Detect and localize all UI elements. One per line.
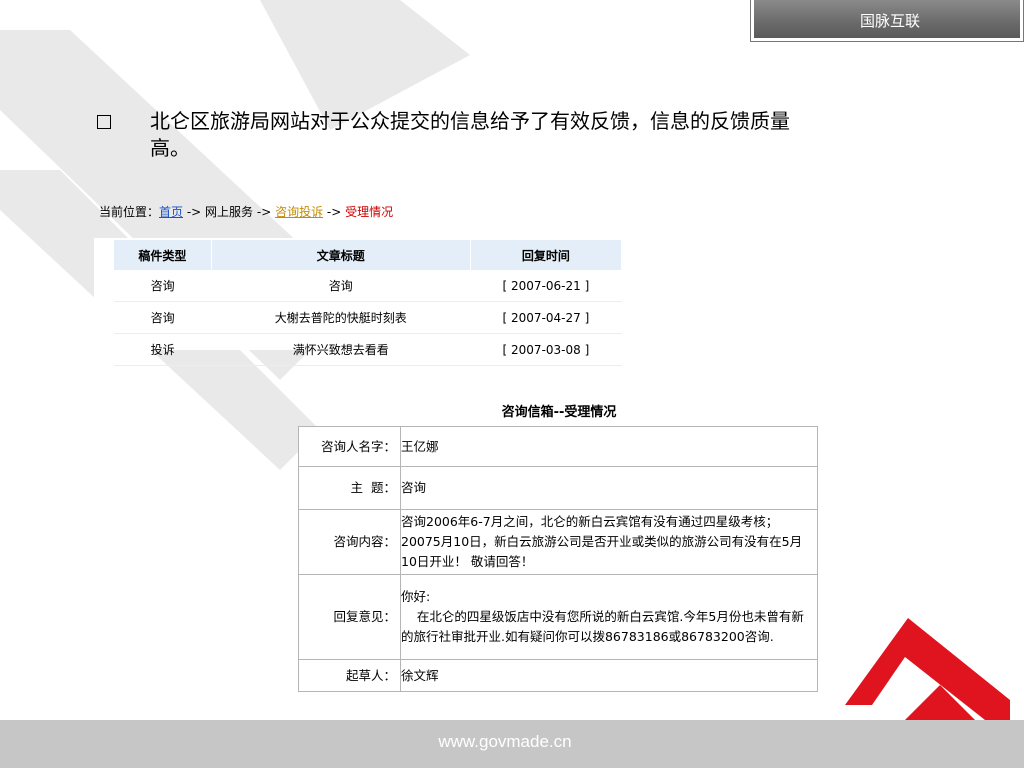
- breadcrumb-separator: ->: [323, 205, 346, 219]
- brand-header: 国脉互联: [750, 0, 1024, 42]
- column-header-title: 文章标题: [211, 240, 471, 270]
- label-subject: 主 题：: [298, 466, 401, 510]
- value-reply: 你好: 在北仑的四星级饭店中没有您所说的新白云宾馆.今年5月份也未曾有新的旅行社…: [400, 574, 818, 660]
- breadcrumb-separator: ->: [183, 205, 206, 219]
- footer-url: www.govmade.cn: [438, 732, 572, 751]
- table-row[interactable]: 投诉 满怀兴致想去看看 [ 2007-03-08 ]: [114, 333, 622, 366]
- table-row[interactable]: 咨询 咨询 [ 2007-06-21 ]: [114, 270, 622, 302]
- brand-name: 国脉互联: [859, 13, 920, 30]
- detail-row-reply: 回复意见： 你好: 在北仑的四星级饭店中没有您所说的新白云宾馆.今年5月份也未曾…: [298, 574, 818, 660]
- breadcrumb-prefix: 当前位置：: [99, 205, 160, 219]
- column-header-type: 稿件类型: [114, 240, 212, 270]
- breadcrumb-current: 受理情况: [345, 205, 394, 219]
- value-subject: 咨询: [400, 466, 818, 510]
- breadcrumb-home-link[interactable]: 首页: [159, 205, 183, 219]
- cell-reply-time: [ 2007-04-27 ]: [470, 301, 622, 334]
- detail-row-content: 咨询内容： 咨询2006年6-7月之间，北仑的新白云宾馆有没有通过四星级考核；2…: [298, 509, 818, 575]
- cell-type: 咨询: [114, 270, 212, 302]
- label-content: 咨询内容：: [298, 509, 401, 575]
- red-logo-mark: [845, 618, 1010, 720]
- label-drafter: 起草人：: [298, 659, 401, 692]
- value-drafter: 徐文辉: [400, 659, 818, 692]
- label-inquirer-name: 咨询人名字：: [298, 426, 401, 467]
- footer-bar: www.govmade.cn: [0, 720, 1024, 768]
- detail-row-name: 咨询人名字： 王亿娜: [298, 426, 818, 467]
- inquiry-detail-table: 咨询人名字： 王亿娜 主 题： 咨询 咨询内容： 咨询2006年6-7月之间，北…: [298, 426, 818, 692]
- table-row[interactable]: 咨询 大榭去普陀的快艇时刻表 [ 2007-04-27 ]: [114, 301, 622, 334]
- detail-row-subject: 主 题： 咨询: [298, 466, 818, 510]
- cell-title-link[interactable]: 满怀兴致想去看看: [211, 333, 471, 366]
- cell-type: 投诉: [114, 333, 212, 366]
- cell-title-link[interactable]: 大榭去普陀的快艇时刻表: [211, 301, 471, 334]
- bullet-square-icon: [97, 115, 111, 129]
- inquiry-list-panel: 稿件类型 文章标题 回复时间 咨询 咨询 [ 2007-06-21 ] 咨询 大…: [94, 238, 623, 366]
- value-inquirer-name: 王亿娜: [400, 426, 818, 467]
- table-header-row: 稿件类型 文章标题 回复时间: [114, 240, 623, 270]
- column-header-reply-time: 回复时间: [470, 240, 623, 270]
- breadcrumb-service: 网上服务: [205, 205, 254, 219]
- breadcrumb: 当前位置：首页 -> 网上服务 -> 咨询投诉 -> 受理情况: [99, 203, 393, 220]
- breadcrumb-separator: ->: [253, 205, 276, 219]
- breadcrumb-complaint-link[interactable]: 咨询投诉: [275, 205, 323, 219]
- detail-row-drafter: 起草人： 徐文辉: [298, 659, 818, 692]
- slide-headline: 北仑区旅游局网站对于公众提交的信息给予了有效反馈，信息的反馈质量高。: [150, 109, 790, 160]
- detail-title: 咨询信箱--受理情况: [501, 405, 617, 420]
- label-reply: 回复意见：: [298, 574, 401, 660]
- cell-reply-time: [ 2007-03-08 ]: [470, 333, 622, 366]
- cell-title-link[interactable]: 咨询: [211, 270, 471, 302]
- cell-type: 咨询: [114, 301, 212, 334]
- cell-reply-time: [ 2007-06-21 ]: [470, 270, 622, 302]
- inquiry-list-table: 稿件类型 文章标题 回复时间 咨询 咨询 [ 2007-06-21 ] 咨询 大…: [114, 240, 623, 366]
- value-content: 咨询2006年6-7月之间，北仑的新白云宾馆有没有通过四星级考核；20075月1…: [400, 509, 818, 575]
